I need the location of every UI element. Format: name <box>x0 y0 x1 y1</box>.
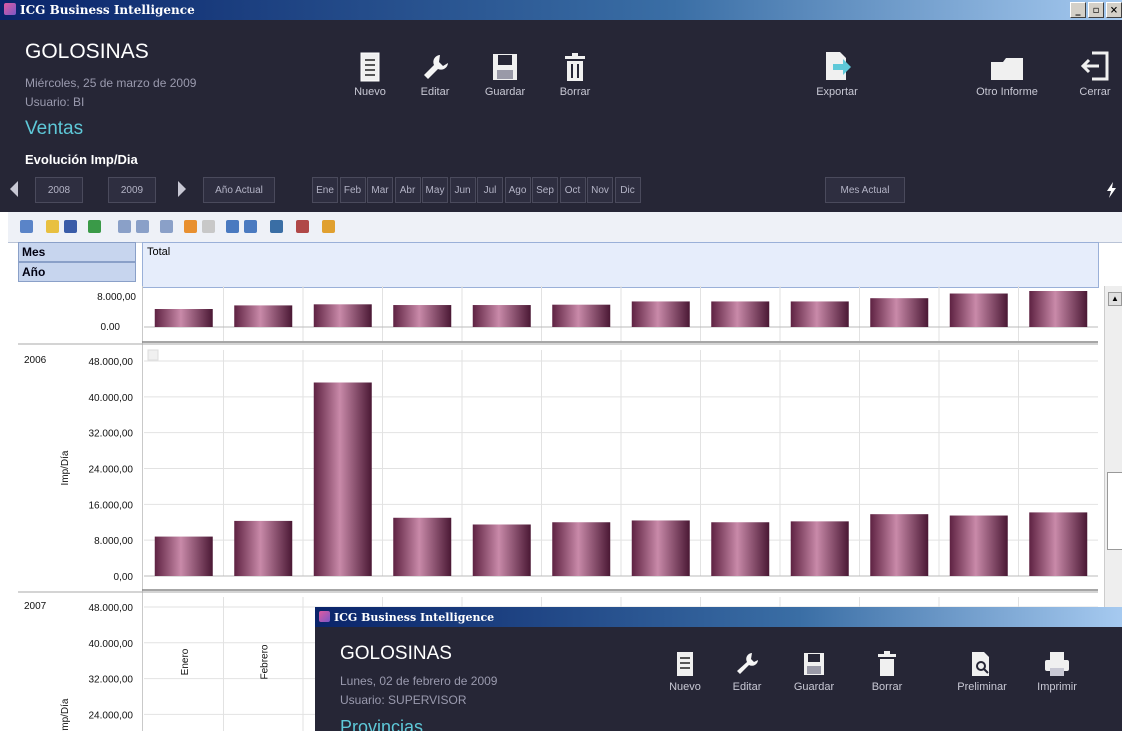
panel-top-bar-6 <box>552 304 611 327</box>
panel-2006-ytick-label: 8.000,00 <box>94 536 133 547</box>
preliminar-label: Preliminar <box>957 681 1007 693</box>
panel-2006-ytick-label: 48.000,00 <box>89 357 134 368</box>
printer-icon <box>1045 652 1069 676</box>
panel-top-bar-9 <box>790 301 849 327</box>
secondary-app-title: GOLOSINAS <box>340 643 452 664</box>
imprimir-button[interactable]: Imprimir <box>1022 647 1092 693</box>
panel-2006-bar-3 <box>313 382 372 576</box>
secondary-guardar-button[interactable]: Guardar <box>779 647 849 693</box>
panel-2006-ytick-label: 0,00 <box>114 572 134 583</box>
panel-2006-ytick-label: 24.000,00 <box>89 465 134 476</box>
panel-top-ytick-label: 0.00 <box>101 322 121 333</box>
secondary-wrench-icon <box>737 653 758 674</box>
panel-top-bar-5 <box>472 305 531 327</box>
imprimir-label: Imprimir <box>1037 681 1077 693</box>
panel-top-bar-11 <box>949 293 1008 327</box>
panel-2007-ytick-label: 24.000,00 <box>89 710 134 721</box>
vertical-scrollbar[interactable]: ▲ <box>1104 286 1122 608</box>
panel-2006-ytick-label: 40.000,00 <box>89 393 134 404</box>
panel-2006-bar-5 <box>472 524 531 576</box>
secondary-window-title: ICG Business Intelligence <box>334 611 495 624</box>
print-preview-magnifier-icon <box>972 652 989 676</box>
panel-2006-bar-7 <box>631 520 690 576</box>
secondary-nuevo-button[interactable]: Nuevo <box>650 647 720 693</box>
panel-2006-bar-9 <box>790 521 849 576</box>
panel-2007-ytick-label: 48.000,00 <box>89 603 134 614</box>
scroll-thumb[interactable] <box>1107 472 1122 550</box>
panel-2006-bar-6 <box>552 522 611 576</box>
panel-2006-bar-8 <box>711 522 770 576</box>
panel-top-bar-4 <box>393 305 452 327</box>
panel-2007-category-label: Enero <box>180 648 191 675</box>
panel-top-bar-3 <box>313 304 372 327</box>
secondary-user: Usuario: SUPERVISOR <box>340 693 467 707</box>
panel-top-bar-10 <box>870 298 929 327</box>
panel-2007-category-label: Febrero <box>259 644 270 679</box>
secondary-section: Provincias <box>340 717 424 731</box>
secondary-titlebar: ICG Business Intelligence <box>315 607 1122 627</box>
panel-top-clipped-tick-label: 8.000,00 <box>97 292 136 303</box>
secondary-app-logo-icon <box>319 611 330 622</box>
panel-2007-ytick-label: 32.000,00 <box>89 675 134 686</box>
secondary-date: Lunes, 02 de febrero de 2009 <box>340 674 498 688</box>
panel-2006-year-label: 2006 <box>24 355 47 366</box>
panel-top-bar-2 <box>234 305 293 327</box>
panel-2006-bar-4 <box>393 517 452 576</box>
panel-2006-ytick-label: 32.000,00 <box>89 429 134 440</box>
secondary-window: ICG Business Intelligence GOLOSINAS Lune… <box>315 607 1122 731</box>
panel-top-bar-7 <box>631 301 690 327</box>
panel-top-bar-8 <box>711 301 770 327</box>
panel-2007-ylabel: Imp/Día <box>60 698 71 731</box>
panel-top-bar-1 <box>154 309 213 327</box>
secondary-borrar-label: Borrar <box>871 681 903 693</box>
panel-2006-bar-2 <box>234 520 293 576</box>
secondary-trash-icon <box>878 651 896 676</box>
secondary-borrar-button[interactable]: Borrar <box>852 647 922 693</box>
panel-2006-bar-10 <box>870 514 929 576</box>
panel-2006-corner-marker <box>147 349 159 361</box>
panel-2007-year-label: 2007 <box>24 601 47 612</box>
panel-2006-ylabel: Imp/Día <box>60 450 71 485</box>
secondary-guardar-label: Guardar <box>793 681 835 693</box>
panel-2006-bar-12 <box>1029 512 1088 576</box>
panel-2006-bar-1 <box>154 536 213 576</box>
secondary-save-icon <box>804 653 824 675</box>
panel-top-bar-12 <box>1029 291 1088 327</box>
secondary-editar-label: Editar <box>732 681 762 693</box>
secondary-new-document-icon <box>677 652 693 676</box>
panel-2006-ytick-label: 16.000,00 <box>89 500 134 511</box>
secondary-nuevo-label: Nuevo <box>669 681 701 693</box>
scroll-up-arrow-icon[interactable]: ▲ <box>1108 292 1122 306</box>
panel-2006-bar-11 <box>949 515 1008 576</box>
panel-2007-ytick-label: 40.000,00 <box>89 639 134 650</box>
preliminar-button[interactable]: Preliminar <box>947 647 1017 693</box>
secondary-editar-button[interactable]: Editar <box>712 647 782 693</box>
main-window: ICG Business Intelligence _ ▫ × GOLOSINA… <box>0 0 1122 731</box>
